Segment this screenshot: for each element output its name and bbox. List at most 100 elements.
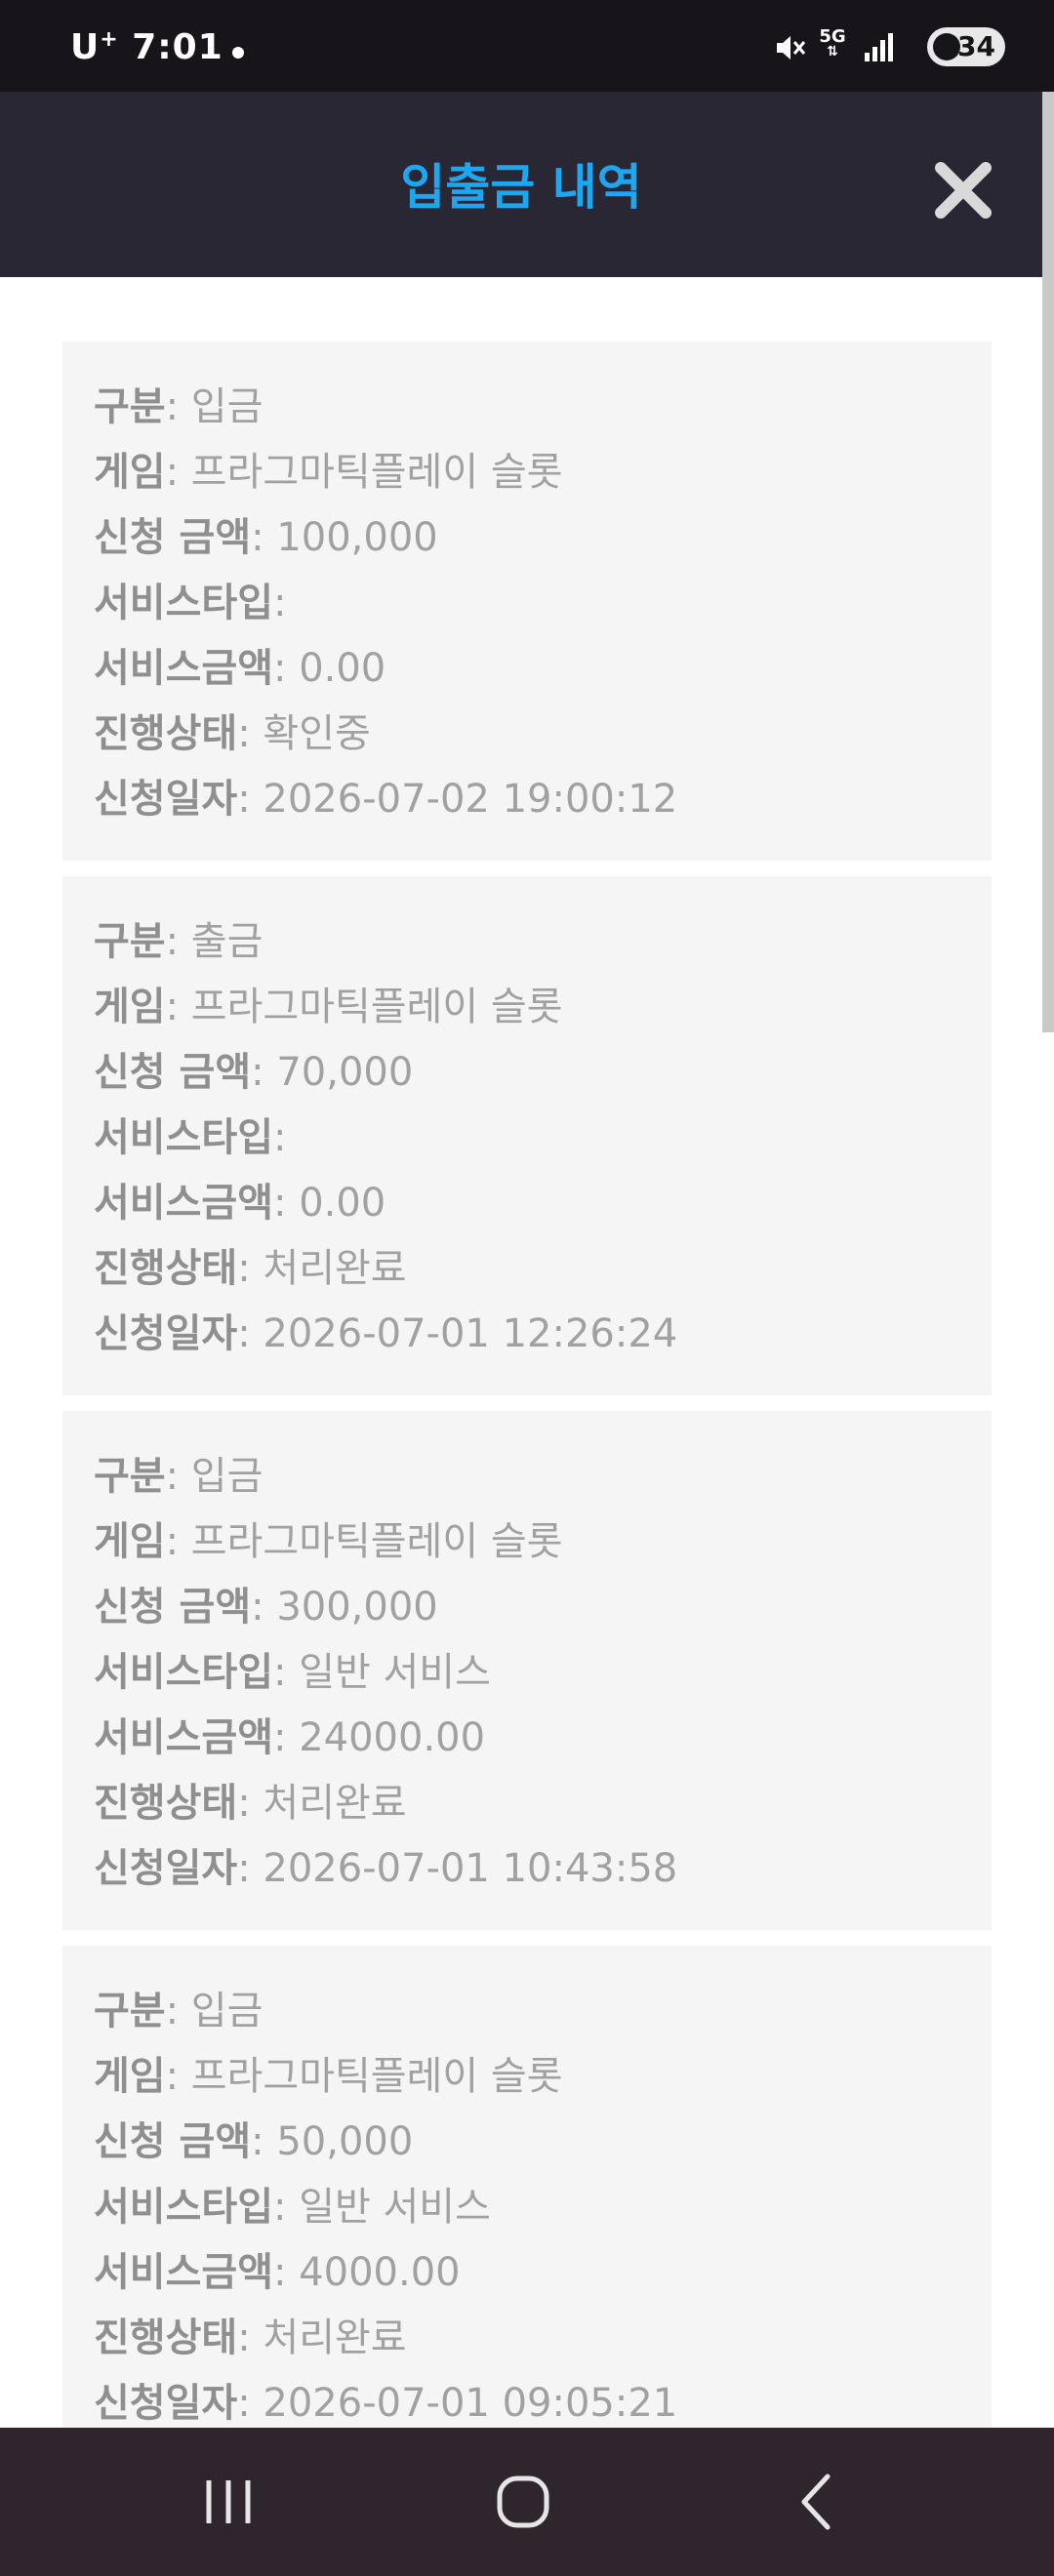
mute-icon xyxy=(777,36,806,60)
amount-value: : 70,000 xyxy=(251,1050,414,1095)
amount-value: : 50,000 xyxy=(251,2119,414,2164)
scrollbar-thumb[interactable] xyxy=(1042,92,1054,1032)
date-label: 신청일자 xyxy=(94,2381,238,2426)
date-label: 신청일자 xyxy=(94,777,238,822)
game-label: 게임 xyxy=(94,450,166,495)
type-row: 구분: 출금 xyxy=(94,909,960,975)
type-row: 구분: 입금 xyxy=(94,1444,960,1509)
status-label: 진행상태 xyxy=(94,711,238,756)
date-value: : 2026-07-01 10:43:58 xyxy=(237,1846,678,1891)
transaction-list[interactable]: 구분: 입금 게임: 프라그마틱플레이 슬롯 신청 금액: 100,000 서비… xyxy=(0,277,1042,2428)
status-row: 진행상태: 처리완료 xyxy=(94,1771,960,1836)
game-label: 게임 xyxy=(94,1519,166,1564)
status-label: 진행상태 xyxy=(94,2315,238,2360)
service-amount-label: 서비스금액 xyxy=(94,1715,273,1760)
close-icon[interactable] xyxy=(929,156,997,224)
service-amount-label: 서비스금액 xyxy=(94,646,273,691)
service-amount-value: : 24000.00 xyxy=(273,1715,486,1760)
transaction-card: 구분: 입금 게임: 프라그마틱플레이 슬롯 신청 금액: 100,000 서비… xyxy=(62,342,992,861)
service-type-row: 서비스타입: 일반 서비스 xyxy=(94,2175,960,2240)
data-arrows-icon: ⇅ xyxy=(827,44,838,60)
recent-apps-icon[interactable] xyxy=(193,2467,264,2537)
service-type-label: 서비스타입 xyxy=(94,581,273,625)
date-value: : 2026-07-02 19:00:12 xyxy=(237,777,678,822)
type-value: : 출금 xyxy=(165,919,264,964)
battery-indicator: 34 xyxy=(927,27,1005,66)
amount-row: 신청 금액: 300,000 xyxy=(94,1575,960,1640)
game-value: : 프라그마틱플레이 슬롯 xyxy=(165,450,563,495)
service-type-row: 서비스타입: xyxy=(94,1106,960,1171)
status-value: : 처리완료 xyxy=(237,1781,407,1826)
status-value: : 처리완료 xyxy=(237,1246,407,1291)
page-header: 입출금 내역 xyxy=(0,92,1042,277)
status-bar: U+ 7:01 5G ⇅ 34 xyxy=(0,0,1054,92)
type-label: 구분 xyxy=(94,919,166,964)
service-type-value: : 일반 서비스 xyxy=(273,2185,491,2230)
game-row: 게임: 프라그마틱플레이 슬롯 xyxy=(94,1509,960,1575)
game-label: 게임 xyxy=(94,985,166,1029)
game-row: 게임: 프라그마틱플레이 슬롯 xyxy=(94,975,960,1040)
amount-value: : 100,000 xyxy=(251,515,438,560)
system-navigation-bar xyxy=(0,2428,1054,2576)
carrier-time: U+ 7:01 xyxy=(70,27,223,67)
service-type-row: 서비스타입: xyxy=(94,571,960,636)
carrier-label: U xyxy=(70,27,101,67)
type-value: : 입금 xyxy=(165,1989,264,2033)
service-amount-label: 서비스금액 xyxy=(94,2250,273,2295)
notification-dot xyxy=(232,47,244,59)
status-row: 진행상태: 처리완료 xyxy=(94,1236,960,1302)
amount-value: : 300,000 xyxy=(251,1585,438,1630)
transaction-card: 구분: 입금 게임: 프라그마틱플레이 슬롯 신청 금액: 300,000 서비… xyxy=(62,1411,992,1930)
home-icon[interactable] xyxy=(488,2467,558,2537)
date-label: 신청일자 xyxy=(94,1846,238,1891)
game-value: : 프라그마틱플레이 슬롯 xyxy=(165,985,563,1029)
date-row: 신청일자: 2026-07-01 12:26:24 xyxy=(94,1302,960,1367)
service-type-value: : xyxy=(273,581,287,625)
status-value: : 처리완료 xyxy=(237,2315,407,2360)
service-type-label: 서비스타입 xyxy=(94,1115,273,1160)
type-label: 구분 xyxy=(94,384,166,429)
service-type-label: 서비스타입 xyxy=(94,1650,273,1695)
date-row: 신청일자: 2026-07-02 19:00:12 xyxy=(94,767,960,832)
service-amount-row: 서비스금액: 4000.00 xyxy=(94,2240,960,2306)
service-type-value: : 일반 서비스 xyxy=(273,1650,491,1695)
status-label: 진행상태 xyxy=(94,1781,238,1826)
date-row: 신청일자: 2026-07-01 10:43:58 xyxy=(94,1836,960,1902)
amount-label: 신청 금액 xyxy=(94,1585,252,1630)
type-label: 구분 xyxy=(94,1989,166,2033)
date-label: 신청일자 xyxy=(94,1311,238,1356)
service-amount-row: 서비스금액: 24000.00 xyxy=(94,1706,960,1771)
date-value: : 2026-07-01 12:26:24 xyxy=(237,1311,678,1356)
date-value: : 2026-07-01 09:05:21 xyxy=(237,2381,678,2426)
service-amount-value: : 0.00 xyxy=(273,1181,386,1226)
status-row: 진행상태: 확인중 xyxy=(94,702,960,767)
type-row: 구분: 입금 xyxy=(94,375,960,440)
type-row: 구분: 입금 xyxy=(94,1979,960,2044)
game-value: : 프라그마틱플레이 슬롯 xyxy=(165,1519,563,1564)
amount-row: 신청 금액: 70,000 xyxy=(94,1040,960,1106)
signal-icon xyxy=(865,33,893,61)
network-type: 5G ⇅ xyxy=(816,28,849,60)
service-amount-label: 서비스금액 xyxy=(94,1181,273,1226)
status-label: 진행상태 xyxy=(94,1246,238,1291)
type-label: 구분 xyxy=(94,1454,166,1499)
back-icon[interactable] xyxy=(783,2467,853,2537)
service-type-value: : xyxy=(273,1115,287,1160)
type-value: : 입금 xyxy=(165,384,264,429)
clock: 7:01 xyxy=(132,27,223,67)
type-value: : 입금 xyxy=(165,1454,264,1499)
game-value: : 프라그마틱플레이 슬롯 xyxy=(165,2054,563,2099)
carrier-plus: + xyxy=(100,27,119,52)
status-icons: 5G ⇅ 34 xyxy=(654,25,1005,68)
battery-level: 34 xyxy=(957,30,995,62)
amount-row: 신청 금액: 50,000 xyxy=(94,2110,960,2175)
transaction-card: 구분: 입금 게임: 프라그마틱플레이 슬롯 신청 금액: 50,000 서비스… xyxy=(62,1946,992,2428)
service-amount-value: : 4000.00 xyxy=(273,2250,461,2295)
service-amount-row: 서비스금액: 0.00 xyxy=(94,1171,960,1236)
amount-label: 신청 금액 xyxy=(94,515,252,560)
service-amount-value: : 0.00 xyxy=(273,646,386,691)
game-row: 게임: 프라그마틱플레이 슬롯 xyxy=(94,2044,960,2110)
page-title: 입출금 내역 xyxy=(400,159,642,216)
service-amount-row: 서비스금액: 0.00 xyxy=(94,636,960,702)
status-value: : 확인중 xyxy=(237,711,371,756)
